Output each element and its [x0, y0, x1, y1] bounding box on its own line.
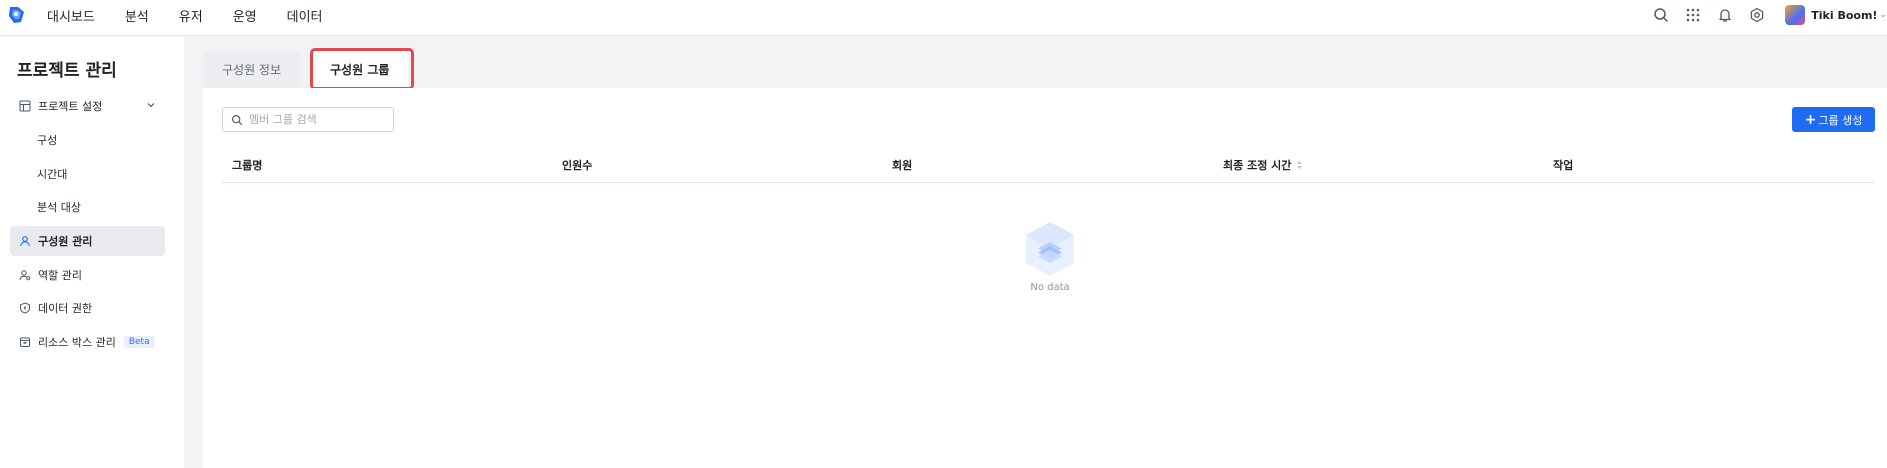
nav-dashboard[interactable]: 대시보드: [47, 6, 95, 25]
beta-badge: Beta: [123, 336, 155, 348]
table-header: 그룹명 인원수 회원 최종 조정 시간 작업: [222, 146, 1874, 183]
sidebar-item-role-management[interactable]: 역할 관리: [10, 260, 165, 290]
column-header-member-count: 인원수: [562, 158, 593, 172]
column-header-members: 회원: [892, 158, 913, 172]
sidebar-item-label: 데이터 권한: [38, 302, 93, 315]
nav-users[interactable]: 유저: [179, 6, 203, 25]
tab-member-info[interactable]: 구성원 정보: [203, 50, 301, 88]
nav-operations[interactable]: 운영: [233, 6, 257, 25]
sidebar-item-label: 역할 관리: [38, 269, 82, 282]
content-panel: + 그룹 생성 그룹명 인원수 회원 최종 조정 시간 작업 No data: [203, 88, 1887, 468]
top-right-toolbar: Tiki Boom! ⌄: [1653, 0, 1887, 30]
sidebar-item-label: 구성: [37, 134, 58, 147]
sidebar-item-data-permission[interactable]: 데이터 권한: [10, 293, 165, 323]
sidebar-title: 프로젝트 관리: [17, 61, 117, 81]
chevron-down-icon[interactable]: [146, 100, 156, 110]
apps-grid-icon[interactable]: [1685, 7, 1701, 23]
empty-state-text: No data: [1030, 282, 1070, 293]
sidebar-item-resource-box[interactable]: 리소스 박스 관리 Beta: [10, 327, 165, 357]
search-box: [222, 107, 394, 132]
sidebar-item-label: 시간대: [37, 168, 68, 181]
column-header-group-name: 그룹명: [232, 158, 263, 172]
create-group-button[interactable]: + 그룹 생성: [1792, 107, 1875, 132]
user-role-icon: [19, 269, 31, 281]
user-avatar[interactable]: [1785, 5, 1806, 25]
settings-gear-icon[interactable]: [1749, 7, 1765, 23]
column-header-actions: 작업: [1553, 158, 1574, 172]
user-name[interactable]: Tiki Boom!: [1811, 9, 1877, 22]
sidebar-item-label: 구성원 관리: [38, 235, 93, 248]
main-nav: 대시보드 분석 유저 운영 데이터: [47, 0, 353, 30]
tab-member-group[interactable]: 구성원 그룹: [311, 50, 409, 88]
sidebar-item-label: 리소스 박스 관리: [38, 336, 116, 349]
column-header-label: 최종 조정 시간: [1223, 158, 1292, 172]
sidebar-item-label: 프로젝트 설정: [38, 100, 103, 113]
sidebar-item-label: 분석 대상: [37, 201, 81, 214]
shield-icon: [19, 302, 31, 314]
tab-bar: 구성원 정보 구성원 그룹: [203, 50, 419, 88]
nav-analysis[interactable]: 분석: [125, 6, 149, 25]
top-bar: 대시보드 분석 유저 운영 데이터 Tiki Boom! ⌄: [0, 0, 1887, 36]
plus-icon: +: [1804, 111, 1817, 128]
user-icon: [19, 235, 31, 247]
sort-icon[interactable]: [1296, 160, 1303, 170]
search-icon: [231, 114, 243, 125]
sidebar-item-config[interactable]: 구성: [10, 125, 165, 155]
empty-state: No data: [1014, 220, 1086, 293]
sidebar: 프로젝트 관리 프로젝트 설정 구성 시간대 분석 대상 구성원 관리 역할 관…: [0, 37, 184, 468]
sidebar-item-member-management[interactable]: 구성원 관리: [10, 226, 165, 256]
sidebar-item-project-settings[interactable]: 프로젝트 설정: [10, 91, 165, 121]
column-header-last-modified[interactable]: 최종 조정 시간: [1223, 146, 1303, 183]
notification-bell-icon[interactable]: [1717, 7, 1733, 23]
sidebar-item-timezone[interactable]: 시간대: [10, 159, 165, 189]
app-logo-icon[interactable]: [6, 4, 28, 26]
box-icon: [19, 336, 31, 348]
chevron-down-icon[interactable]: ⌄: [1879, 10, 1887, 20]
nav-data[interactable]: 데이터: [287, 6, 323, 25]
search-icon[interactable]: [1653, 7, 1669, 23]
group-search-input[interactable]: [249, 113, 389, 126]
create-group-label: 그룹 생성: [1818, 113, 1863, 127]
empty-box-icon: [1026, 222, 1074, 276]
layout-icon: [19, 100, 31, 112]
sidebar-item-analysis-target[interactable]: 분석 대상: [10, 192, 165, 222]
